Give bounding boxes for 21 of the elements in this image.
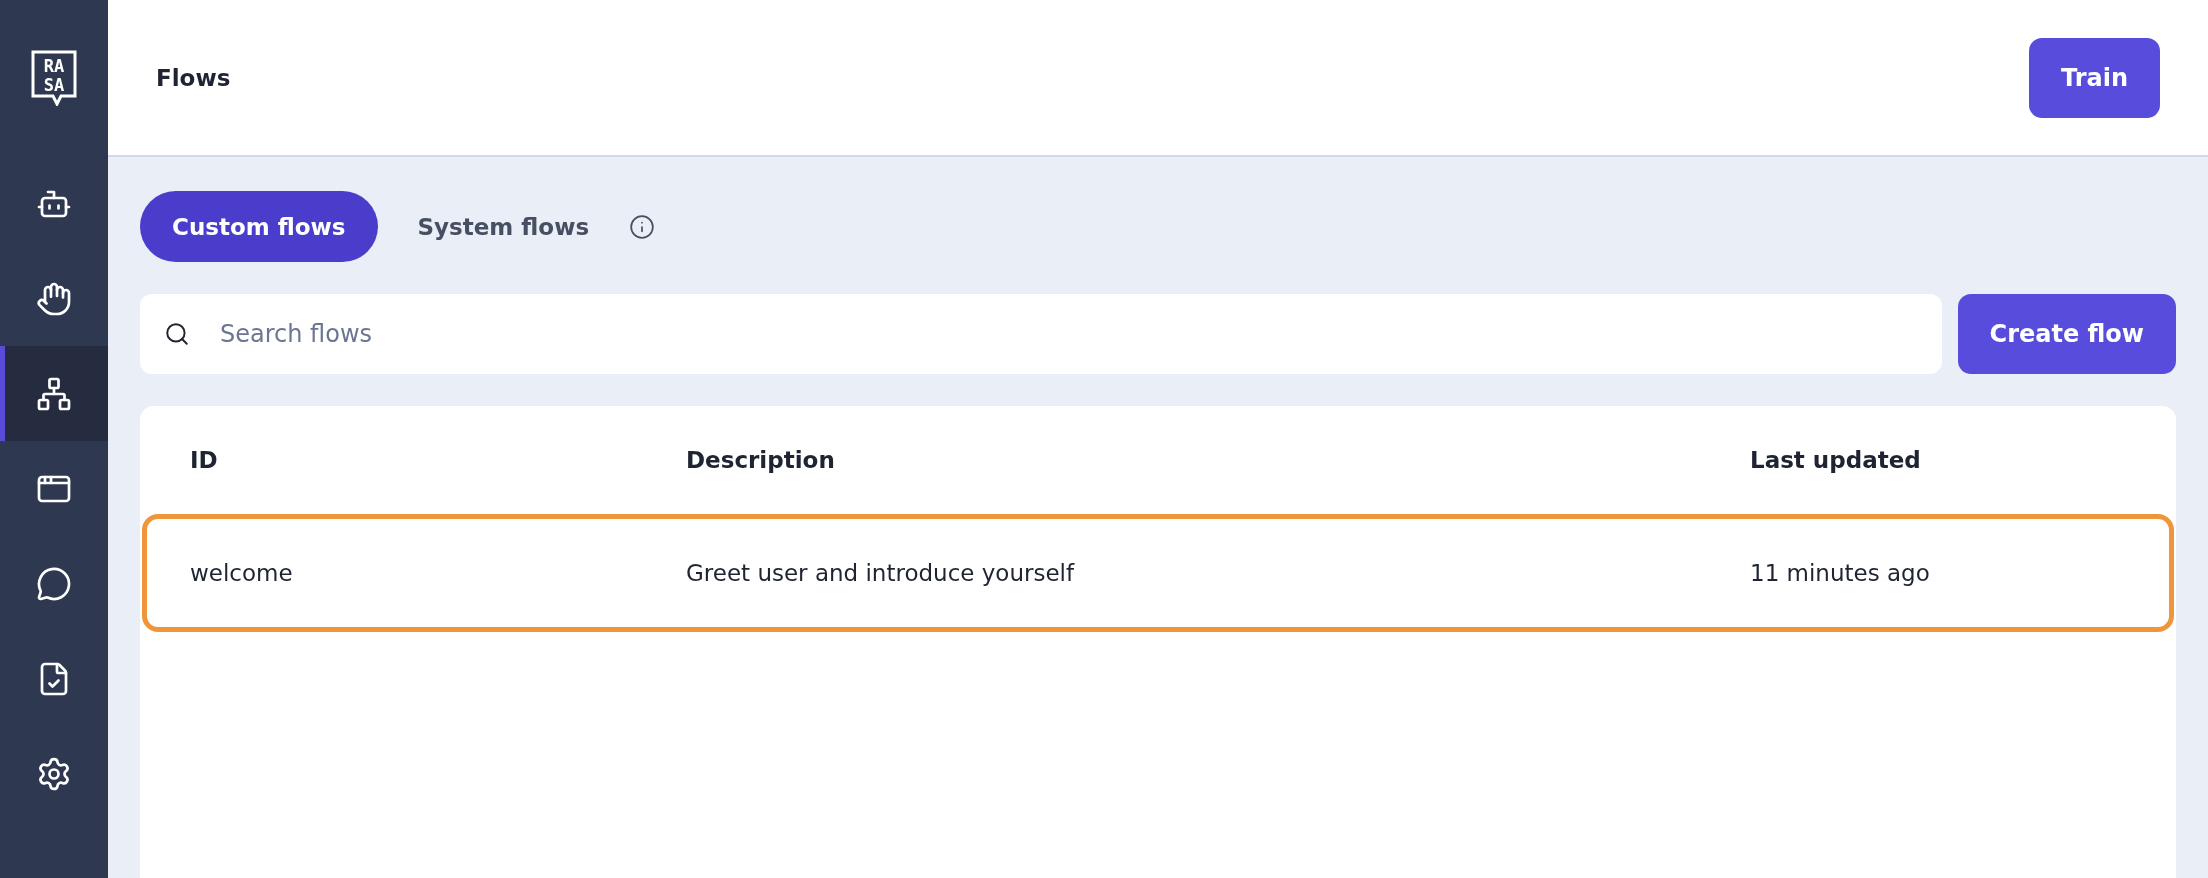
waving-hand-icon [36, 280, 72, 317]
column-header: Description [686, 447, 836, 473]
tab[interactable]: Custom flows [140, 191, 378, 262]
info-icon[interactable] [629, 213, 656, 240]
table-cell-text: welcome [190, 560, 294, 586]
sitemap-icon [36, 375, 72, 412]
create-flow-button[interactable]: Create flow [1957, 294, 2176, 374]
search-field[interactable]: Search flows [140, 294, 1942, 374]
table-row[interactable]: welcome Greet user and introduce yourself 11 minutes ago [142, 514, 2174, 632]
logo: RA SA [31, 50, 77, 106]
speech-bubble-icon [36, 565, 72, 602]
column-header: ID [190, 447, 219, 473]
tab[interactable]: System flows [385, 191, 622, 262]
search-icon [164, 321, 190, 347]
settings-icon [36, 755, 72, 792]
train-button[interactable]: Train [2028, 37, 2160, 118]
table-cell-text: 11 minutes ago [1750, 560, 1931, 586]
table-cell-text: Greet user and introduce yourself [686, 560, 1076, 586]
sidebar-item[interactable] [0, 346, 108, 441]
column-header: Last updated [1750, 447, 1922, 473]
page-title: Flows [156, 64, 231, 91]
